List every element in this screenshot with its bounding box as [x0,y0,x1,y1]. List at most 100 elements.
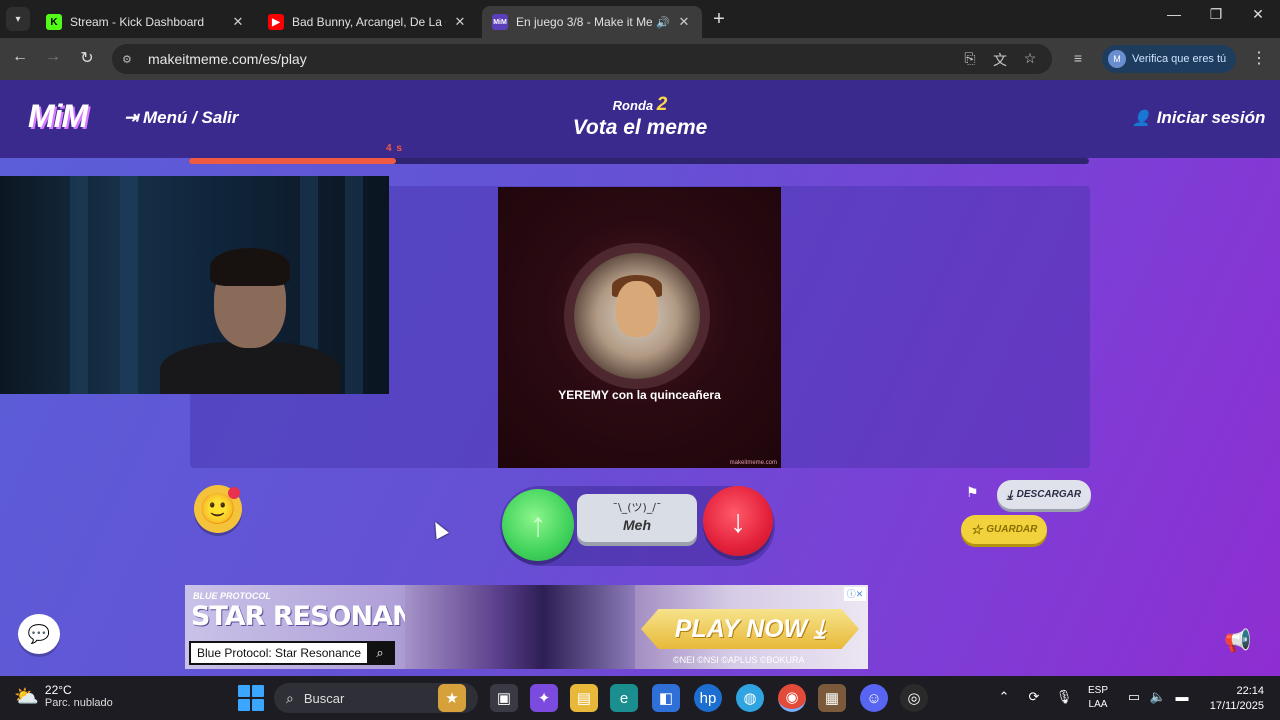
sync-icon[interactable]: ⟳ [1024,689,1044,705]
meme-image: YEREMY con la quinceañera makeitmeme.com [498,187,781,468]
more-menu-icon[interactable]: ⋮ [1250,48,1268,68]
tab-youtube[interactable]: ▶ Bad Bunny, Arcangel, De La Ghetto ✕ [258,6,478,38]
round-number: 2 [656,94,668,115]
mouse-cursor [429,518,449,540]
timer-fill [189,158,396,164]
install-app-icon[interactable]: ⎘ [960,50,980,67]
report-flag-icon[interactable]: ⚑ [966,484,979,501]
avatar: M [1108,50,1126,68]
tab-search-button[interactable]: ▾ [6,7,30,31]
tab-kick-dashboard[interactable]: K Stream - Kick Dashboard ✕ [36,6,256,38]
profile-verify-label: Verifica que eres tú [1132,53,1227,65]
weather-condition: Parc. nublado [44,697,113,709]
timer-bar [189,158,1089,164]
url-input[interactable]: ⚙ makeitmeme.com/es/play [112,44,1052,74]
clock[interactable]: 22:14 17/11/2025 [1200,684,1264,714]
game-header: MiM ⇥ Menú / Salir Ronda 2 Vota el meme … [0,80,1280,158]
address-bar: ← → ↻ ⚙ makeitmeme.com/es/play ⎘ 文 ☆ ≡ M… [0,38,1280,80]
save-button[interactable]: ☆ GUARDAR [961,515,1047,544]
kick-icon: K [46,14,62,30]
tab-make-it-meme[interactable]: MiM En juego 3/8 - Make it Meme 🔊 ✕ [482,6,702,38]
clock-date: 17/11/2025 [1209,700,1264,712]
globe-icon[interactable]: ◍ [736,684,764,712]
new-tab-button[interactable]: + [708,8,730,31]
forward-icon[interactable]: → [42,48,64,66]
lang-top: ESP [1088,685,1109,696]
search-icon: ⌕ [286,689,294,706]
chrome-icon[interactable]: ◉ [778,684,806,712]
taskbar-search-label: Buscar [303,690,345,706]
ad-search-box[interactable]: Blue Protocol: Star Resonance ⌕ [189,641,395,665]
close-tab-icon[interactable]: ✕ [230,14,246,30]
login-button[interactable]: 👤 Iniciar sesión [1132,108,1265,128]
shrug-face: ¯\_(ツ)_/¯ [612,501,662,514]
ad-artwork [405,585,635,669]
mim-icon: MiM [492,14,508,30]
curtain-fold [70,176,88,394]
adchoices-icon[interactable]: ⓘ✕ [844,587,866,601]
chevron-up-icon[interactable]: ⌃ [994,689,1014,705]
tab-title: Stream - Kick Dashboard [70,15,205,29]
emoji-reaction-button[interactable]: 🙂 [194,485,242,533]
vote-down-button[interactable]: ↓ [703,486,773,556]
back-icon[interactable]: ← [9,48,31,66]
download-label: DESCARGAR [1016,489,1082,500]
ad-brand-top: BLUE PROTOCOL [193,591,271,601]
vote-meh-button[interactable]: ¯\_(ツ)_/¯ Meh [577,494,697,542]
reload-icon[interactable]: ↻ [76,48,98,68]
windows-start-icon[interactable] [238,685,264,711]
site-info-icon[interactable]: ⚙ [122,53,138,66]
search-icon[interactable]: ⌕ [367,641,393,665]
battery-icon[interactable]: ▬ [1172,689,1192,704]
microphone-icon[interactable]: 🎙 [1054,689,1074,705]
close-tab-icon[interactable]: ✕ [676,14,692,30]
task-view-icon[interactable]: ▣ [490,684,518,712]
ad-search-text: Blue Protocol: Star Resonance [197,646,362,660]
meh-label: Meh [623,517,651,533]
vote-up-button[interactable]: ↑ [502,489,574,561]
hp-icon[interactable]: hp [694,684,722,712]
profile-verify-button[interactable]: M Verifica que eres tú [1102,45,1236,73]
streamer-hair [210,248,290,286]
browser-tab-bar: ▾ K Stream - Kick Dashboard ✕ ▶ Bad Bunn… [0,0,1280,38]
obs-icon[interactable]: ◎ [900,684,928,712]
discord-icon[interactable]: ☺ [860,684,888,712]
user-icon: 👤 [1132,110,1151,127]
chat-button[interactable]: 💬 [18,614,60,654]
media-controls-icon[interactable]: ≡ [1068,50,1088,66]
network-icon[interactable]: ▭ [1124,689,1144,705]
webcam-overlay [0,176,389,394]
download-icon: ⤓ [1006,486,1013,502]
close-window-icon[interactable]: ✕ [1236,6,1280,23]
edge-icon[interactable]: e [610,684,638,712]
save-label: GUARDAR [986,524,1038,535]
game-page: MiM ⇥ Menú / Salir Ronda 2 Vota el meme … [0,80,1280,676]
speaker-icon[interactable]: 🔊 [656,16,670,29]
restore-icon[interactable]: ❐ [1194,6,1238,23]
close-tab-icon[interactable]: ✕ [452,14,468,30]
megaphone-icon[interactable]: 📢 [1224,628,1251,654]
ad-banner[interactable]: BLUE PROTOCOL STAR RESONANCE Blue Protoc… [185,585,868,669]
store-icon[interactable]: ◧ [652,684,680,712]
copilot-icon[interactable]: ✦ [530,684,558,712]
minimize-icon[interactable]: — [1152,6,1196,22]
download-button[interactable]: ⤓ DESCARGAR [997,480,1091,509]
curtain-fold [120,176,138,394]
language-indicator[interactable]: ESP LAA [1088,684,1108,712]
temperature: 22°C [44,683,72,697]
bookmark-star-icon[interactable]: ☆ [1020,50,1040,67]
timer-label: 4 s [386,143,403,154]
translate-icon[interactable]: 文 [990,50,1010,70]
minecraft-icon[interactable]: ▦ [818,684,846,712]
weather-widget[interactable]: ⛅ 22°C Parc. nublado [14,683,113,709]
tab-title: En juego 3/8 - Make it Meme [516,15,653,29]
ad-cta-label: PLAY NOW [674,614,808,643]
download-icon: ⤓ [814,614,826,643]
file-explorer-icon[interactable]: ▤ [570,684,598,712]
game-banner-icon[interactable]: ★ [438,684,466,712]
peephole-image [574,253,700,379]
tab-title: Bad Bunny, Arcangel, De La Ghetto [292,15,446,29]
chat-bubble-icon: 💬 [27,623,51,644]
ad-play-now-button[interactable]: PLAY NOW ⤓ [641,609,859,649]
volume-icon[interactable]: 🔈 [1148,689,1168,705]
